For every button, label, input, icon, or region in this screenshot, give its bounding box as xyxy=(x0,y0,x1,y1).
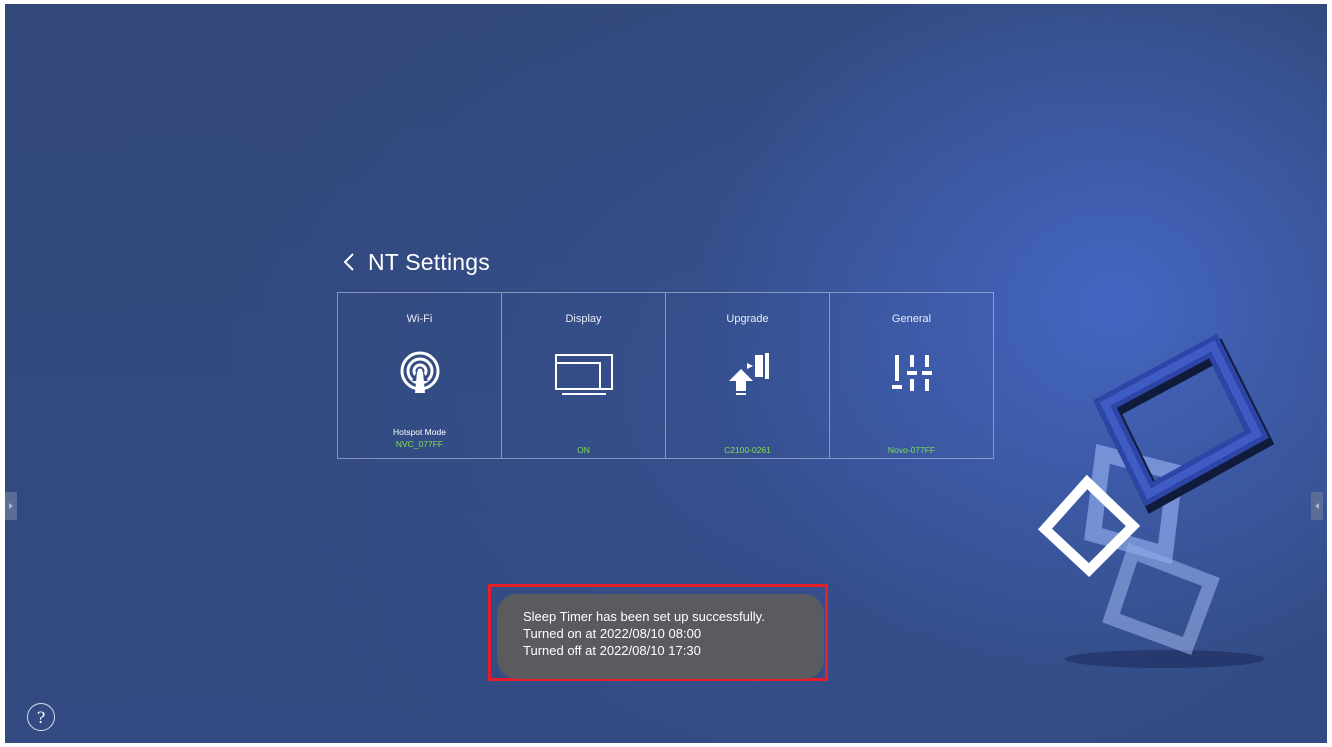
tile-label: Upgrade xyxy=(726,313,769,325)
help-button[interactable]: ? xyxy=(27,703,55,731)
tile-status: Novo-077FF xyxy=(887,445,936,455)
toast-line-1: Sleep Timer has been set up successfully… xyxy=(523,609,765,624)
back-button[interactable] xyxy=(338,248,360,276)
tile-label: General xyxy=(891,313,932,325)
tile-label: Wi-Fi xyxy=(406,313,433,325)
question-mark-icon: ? xyxy=(36,707,46,727)
page-title: NT Settings xyxy=(368,248,490,275)
caret-left-icon xyxy=(1315,503,1319,509)
sliders-icon xyxy=(891,355,932,391)
tile-status: NVC_077FF xyxy=(395,439,444,449)
tile-label: Display xyxy=(565,313,602,325)
right-drawer-handle[interactable] xyxy=(1311,492,1323,520)
decorative-cubes-graphic xyxy=(1038,334,1275,668)
toast-notification: Sleep Timer has been set up successfully… xyxy=(497,594,824,679)
settings-tiles: Wi-Fi Hotspot Mode NVC_077FF Display ON … xyxy=(337,292,994,459)
chevron-left-icon xyxy=(343,253,354,271)
tile-display[interactable]: Display ON xyxy=(502,293,666,458)
tile-status: C2100-0261 xyxy=(724,445,771,455)
tile-status: ON xyxy=(577,445,590,455)
hotspot-antenna-icon xyxy=(400,351,439,393)
tile-general[interactable]: General Novo-077FF xyxy=(830,293,993,458)
tile-upgrade[interactable]: Upgrade C2100-0261 xyxy=(666,293,830,458)
upgrade-arrow-icon xyxy=(728,353,769,395)
toast-line-2: Turned on at 2022/08/10 08:00 xyxy=(523,626,702,641)
display-monitor-icon xyxy=(554,354,613,395)
caret-right-icon xyxy=(9,503,13,509)
tile-wifi[interactable]: Wi-Fi Hotspot Mode NVC_077FF xyxy=(338,293,502,458)
left-drawer-handle[interactable] xyxy=(5,492,17,520)
tile-subtitle: Hotspot Mode xyxy=(393,427,446,437)
header: NT Settings xyxy=(338,248,490,276)
toast-line-3: Turned off at 2022/08/10 17:30 xyxy=(523,643,701,658)
